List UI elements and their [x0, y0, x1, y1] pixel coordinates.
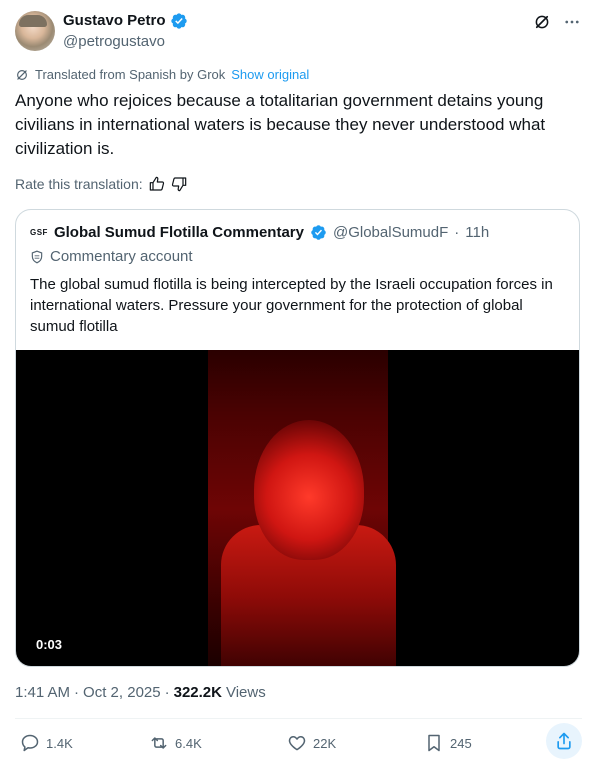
grok-small-icon: [17, 69, 27, 80]
post-date[interactable]: Oct 2, 2025: [83, 684, 161, 701]
reply-count: 1.4K: [46, 735, 73, 751]
meta-separator: ·: [74, 684, 80, 701]
video-timecode: 0:03: [36, 637, 63, 652]
meta-separator-2: ·: [164, 684, 170, 701]
author-avatar[interactable]: [15, 11, 55, 51]
share-button[interactable]: [546, 723, 582, 759]
quoted-post-text: The global sumud flotilla is being inter…: [30, 276, 553, 335]
quoted-account-handle[interactable]: @GlobalSumudF: [333, 224, 448, 241]
thumbs-up-icon[interactable]: [149, 176, 165, 192]
quoted-post-header: GSF Global Sumud Flotilla Commentary @Gl…: [30, 224, 489, 241]
post-text: Anyone who rejoices because a totalitari…: [15, 91, 546, 158]
top-actions: [532, 12, 582, 32]
translation-note: Translated from Spanish by Grok Show ori…: [15, 67, 309, 82]
reply-button[interactable]: 1.4K: [20, 733, 73, 753]
commentary-account-row: Commentary account: [30, 248, 193, 265]
quoted-post[interactable]: GSF Global Sumud Flotilla Commentary @Gl…: [15, 209, 580, 667]
bookmark-icon: [428, 734, 440, 752]
translated-label: Translated from Spanish by Grok: [35, 67, 226, 82]
reply-icon: [21, 734, 39, 752]
share-icon: [557, 732, 571, 750]
author-handle[interactable]: @petrogustavo: [63, 32, 165, 52]
more-options-icon[interactable]: [562, 12, 582, 32]
divider: [15, 718, 582, 719]
heart-icon: [288, 736, 306, 751]
action-bar: 1.4K 6.4K 22K 245: [20, 723, 582, 759]
ellipsis-icon: [565, 20, 579, 24]
commentary-account-label: Commentary account: [50, 248, 193, 265]
like-button[interactable]: 22K: [287, 733, 336, 753]
author-name-row[interactable]: Gustavo Petro: [63, 11, 188, 31]
grok-icon[interactable]: [532, 12, 552, 32]
quoted-separator: ·: [454, 224, 460, 241]
repost-button[interactable]: 6.4K: [149, 733, 202, 753]
post-time[interactable]: 1:41 AM: [15, 684, 70, 701]
bookmark-count: 245: [450, 735, 472, 751]
views-label: Views: [225, 684, 266, 701]
author-name[interactable]: Gustavo Petro: [63, 11, 166, 31]
shield-icon: [31, 250, 43, 263]
quoted-account-name[interactable]: Global Sumud Flotilla Commentary: [54, 224, 304, 241]
repost-icon: [151, 737, 167, 749]
video-player[interactable]: 0:03: [16, 350, 579, 666]
rate-translation: Rate this translation:: [15, 176, 187, 192]
like-count: 22K: [313, 735, 337, 751]
thumbs-down-icon[interactable]: [171, 176, 187, 192]
views-count: 322.2K: [173, 684, 222, 701]
grok-glyph-icon: [535, 15, 549, 29]
quoted-account-logo: GSF: [30, 228, 48, 237]
bookmark-button[interactable]: 245: [424, 733, 472, 753]
show-original-link[interactable]: Show original: [231, 67, 309, 82]
rate-translation-label: Rate this translation:: [15, 176, 143, 192]
verified-badge-icon: [170, 13, 187, 29]
quoted-time[interactable]: 11h: [465, 224, 489, 241]
repost-count: 6.4K: [175, 735, 202, 751]
post-meta: 1:41 AM · Oct 2, 2025 · 322.2K Views: [15, 684, 266, 701]
quoted-verified-badge-icon: [311, 225, 326, 240]
video-figure-face: [254, 420, 364, 560]
